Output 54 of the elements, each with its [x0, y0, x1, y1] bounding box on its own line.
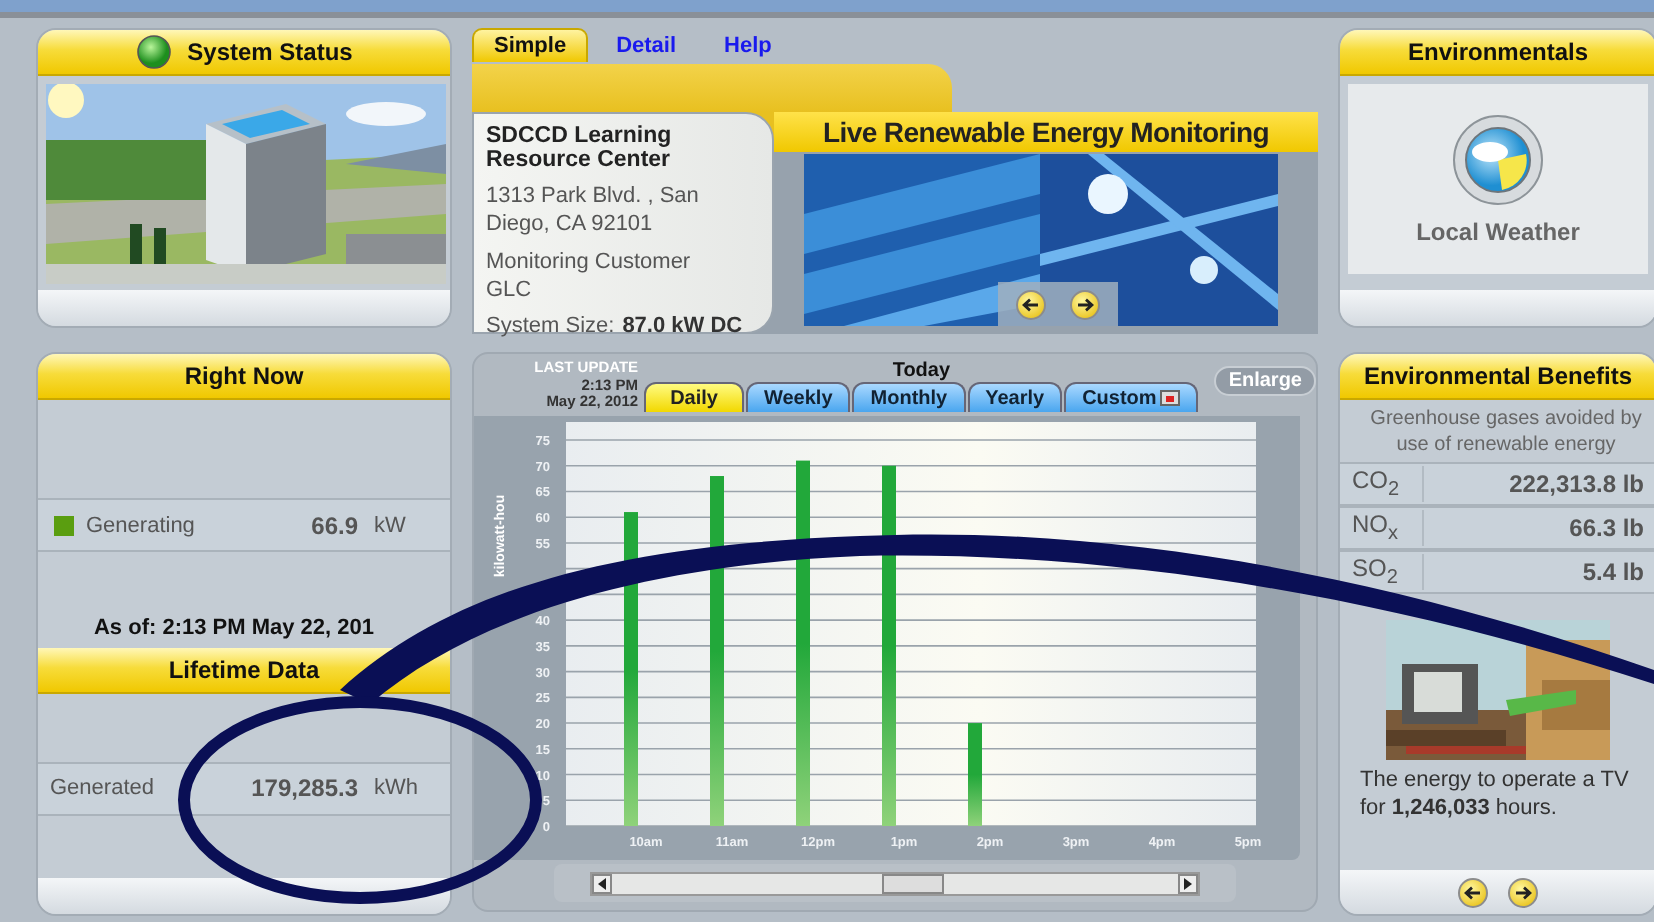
- panel-title: Environmentals: [1407, 38, 1589, 66]
- size-value: 87.0 kW DC: [622, 314, 743, 338]
- size-label: System Size:: [486, 314, 615, 338]
- gas-name: CO$_{2}$: [1352, 466, 1424, 502]
- previous-button[interactable]: [1458, 877, 1488, 907]
- gas-amount: 222,313.8 lb: [1509, 470, 1644, 498]
- customer-type: Monitoring Customer: [486, 250, 691, 274]
- nav-link[interactable]: Help: [704, 30, 792, 62]
- scroll-left-icon[interactable]: [598, 877, 606, 889]
- status-light-icon: [135, 34, 172, 70]
- previous-button[interactable]: [1016, 289, 1046, 319]
- row-value: 66.9: [311, 511, 358, 539]
- arrow-right-icon: [1076, 297, 1094, 311]
- tab[interactable]: Weekly: [745, 382, 851, 412]
- arrow-right-icon: [1514, 885, 1532, 899]
- nav-link[interactable]: Detail: [596, 30, 697, 62]
- banner-title: Live Renewable Energy Monitoring: [774, 112, 1318, 152]
- arrow-left-icon: [1022, 297, 1040, 311]
- arrow-left-icon: [1464, 885, 1482, 899]
- gas-amount: 5.4 lb: [1582, 558, 1644, 586]
- tab[interactable]: Simple: [472, 28, 589, 62]
- calendar-icon: [1160, 390, 1181, 406]
- tv-equivalent-text: The energy to operate a TV for 1,246,033 hours.: [1358, 766, 1631, 822]
- scroll-thumb[interactable]: [882, 873, 945, 893]
- tab[interactable]: Daily: [644, 382, 744, 412]
- bar: [968, 723, 982, 826]
- benefits-description: Greenhouse gases avoided by use of renewable energy: [1368, 406, 1644, 460]
- site-name: SDCCD Learning Resource Center: [486, 124, 674, 172]
- panel-title: Lifetime Data: [168, 655, 320, 683]
- scrollbar[interactable]: [554, 864, 1236, 902]
- weather-icon: [1452, 113, 1544, 205]
- scroll-right-icon[interactable]: [1184, 877, 1192, 889]
- panel-title: System Status: [187, 38, 353, 66]
- row-unit: kWh: [372, 776, 420, 800]
- next-button[interactable]: [1070, 289, 1100, 319]
- tab[interactable]: Monthly: [852, 382, 966, 412]
- row-label: Generating: [86, 513, 195, 537]
- row-value: 179,285.3: [251, 774, 358, 802]
- chart-title: Today: [892, 358, 951, 382]
- site-address: 1313 Park Blvd. , San Diego, CA 92101: [486, 182, 701, 238]
- customer-name: GLC: [486, 278, 532, 302]
- gas-amount: 66.3 lb: [1569, 514, 1644, 542]
- tab[interactable]: Yearly: [967, 382, 1063, 412]
- row-label: Generated: [50, 776, 154, 800]
- panel-title: Right Now: [184, 362, 304, 390]
- gas-name: NO$_{x}$: [1352, 510, 1424, 546]
- row-unit: kW: [372, 513, 408, 537]
- legend-swatch-icon: [54, 515, 74, 535]
- weather-card[interactable]: Local Weather: [1348, 84, 1648, 274]
- as-of-text: As of: 2:13 PM May 22, 201: [91, 615, 376, 643]
- next-button[interactable]: [1508, 877, 1538, 907]
- panel-title: Environmental Benefits: [1363, 362, 1633, 390]
- weather-label: Local Weather: [1416, 217, 1580, 245]
- tab[interactable]: Custom: [1064, 382, 1199, 412]
